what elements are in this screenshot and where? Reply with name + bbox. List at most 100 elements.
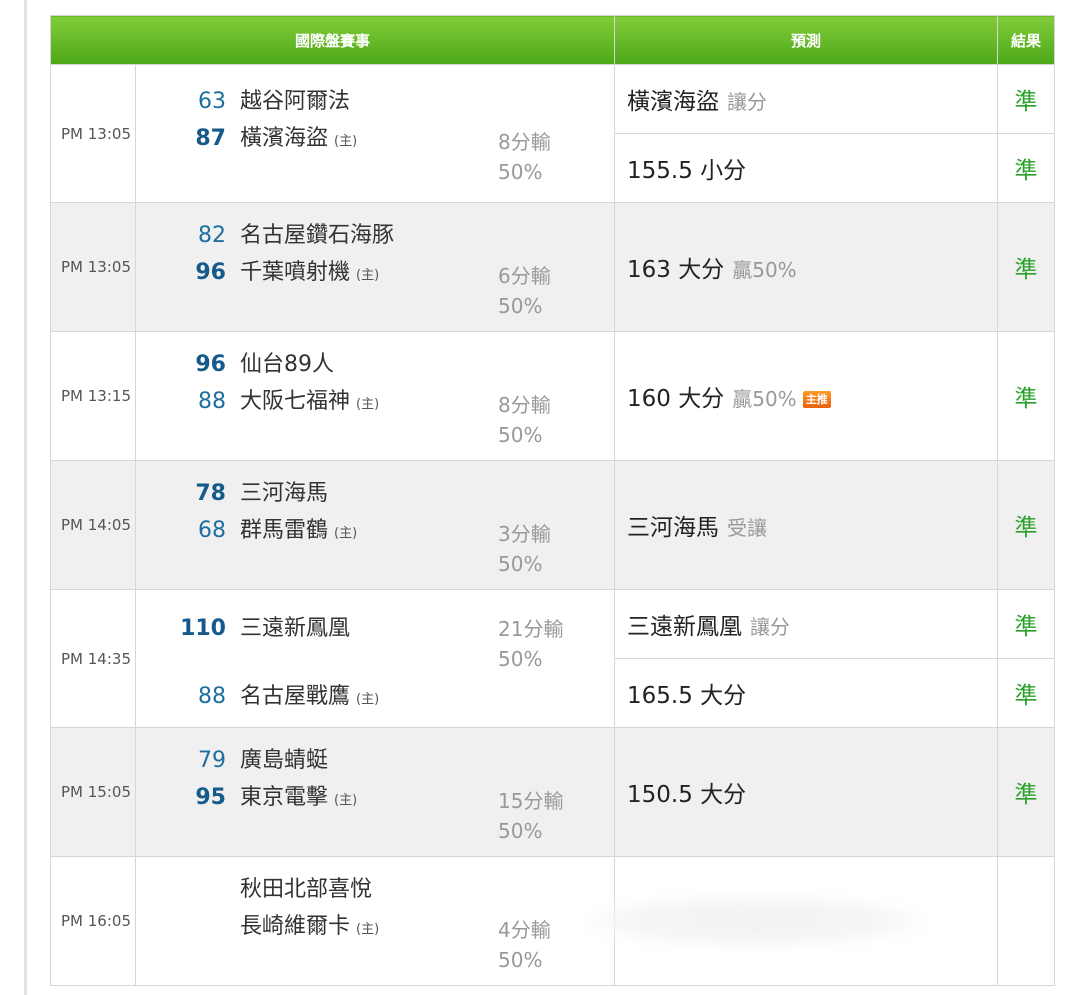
home-team[interactable]: 長崎維爾卡 [240,908,350,940]
matchup-cell: 秋田北部喜悅 長崎維爾卡 (主) 4分輸 50% [134,856,616,986]
home-marker: (主) [334,793,358,808]
result-cell: 準 [997,658,1056,728]
away-score: 78 [195,481,226,506]
prediction-main: 163 大分 [627,257,725,283]
header-prediction: 預測 [614,15,999,65]
prediction-main: 三遠新鳳凰 [627,614,743,640]
matchup-cell: 82 名古屋鑽石海豚 96 千葉噴射機 (主) 6分輸 50% [134,202,616,332]
spread-label: 3分輸 [498,522,551,546]
spread-pct: 50% [498,160,543,184]
prediction-cell: 150.5 大分 [614,727,999,857]
table-row[interactable]: PM 13:15 96 仙台89人 88 大阪七福神 (主) 8分輸 50% 160 大… [50,331,1056,461]
prediction-cell: 155.5 小分 [614,133,999,203]
away-score: 96 [195,352,226,377]
result-cell: 準 [997,727,1056,857]
result-cell: 準 [997,331,1056,461]
games-table: 國際盤賽事 預測 結果 PM 13:05 63 越谷阿爾法 87 橫濱海盜 (主) 8… [49,15,1056,986]
table-row[interactable]: PM 13:05 82 名古屋鑽石海豚 96 千葉噴射機 (主) 6分輸 50% 163… [50,202,1056,332]
home-team[interactable]: 東京電擊 [240,779,328,811]
result-cell: 準 [997,64,1056,134]
game-time: PM 15:05 [50,727,136,857]
home-score: 88 [198,684,226,709]
left-margin-rule [24,0,27,995]
spread-label: 21分輸 [498,617,564,641]
prediction-main: 橫濱海盜 [627,89,720,115]
result-cell: 準 [997,133,1056,203]
game-time: PM 13:05 [50,202,136,332]
away-score: 110 [180,616,226,641]
prediction-cell: 橫濱海盜 讓分 [614,64,999,134]
prediction-cell: 165.5 大分 [614,658,999,728]
home-marker: (主) [356,397,380,412]
away-team[interactable]: 名古屋鑽石海豚 [240,217,394,249]
home-score: 95 [195,785,226,810]
home-marker: (主) [356,268,380,283]
away-team[interactable]: 三遠新鳳凰 [240,610,350,642]
prediction-extra: 讓分 [727,90,768,114]
away-team[interactable]: 越谷阿爾法 [240,83,350,115]
matchup-cell: 63 越谷阿爾法 87 橫濱海盜 (主) 8分輸 50% [134,64,616,203]
matchup-cell: 110 三遠新鳳凰 88 名古屋戰鷹 (主) 21分輸 50% [134,589,616,728]
away-team[interactable]: 廣島蜻蜓 [240,742,328,774]
matchup-cell: 96 仙台89人 88 大阪七福神 (主) 8分輸 50% [134,331,616,461]
result-cell: 準 [997,460,1056,590]
featured-badge: 主推 [802,391,831,408]
spread-pct: 50% [498,552,543,576]
game-time: PM 14:05 [50,460,136,590]
home-score: 87 [195,126,226,151]
away-team[interactable]: 秋田北部喜悅 [240,871,372,903]
spread-label: 8分輸 [498,130,551,154]
game-time: PM 16:05 [50,856,136,986]
table-row[interactable]: PM 13:05 63 越谷阿爾法 87 橫濱海盜 (主) 8分輸 50% 橫濱海盜 讓分… [50,64,1056,203]
spread-pct: 50% [498,423,543,447]
table-row[interactable]: PM 14:35 110 三遠新鳳凰 88 名古屋戰鷹 (主) 21分輸 50% 三遠新… [50,589,1056,728]
matchup-cell: 79 廣島蜻蜓 95 東京電擊 (主) 15分輸 50% [134,727,616,857]
spread-label: 4分輸 [498,918,551,942]
spread-label: 15分輸 [498,789,564,813]
game-time: PM 13:15 [50,331,136,461]
matchup-cell: 78 三河海馬 68 群馬雷鶴 (主) 3分輸 50% [134,460,616,590]
prediction-main: 150.5 大分 [627,782,747,808]
redacted-blur [585,895,925,947]
home-team[interactable]: 千葉噴射機 [240,254,350,286]
away-team[interactable]: 三河海馬 [240,475,328,507]
spread-pct: 50% [498,948,543,972]
table-header-row: 國際盤賽事 預測 結果 [49,15,1056,65]
header-games: 國際盤賽事 [49,15,616,65]
home-score: 96 [195,260,226,285]
spread-pct: 50% [498,647,543,671]
table-row[interactable]: PM 15:05 79 廣島蜻蜓 95 東京電擊 (主) 15分輸 50% 150.5 … [50,727,1056,857]
prediction-cell: 160 大分 贏50% 主推 [614,331,999,461]
home-team[interactable]: 群馬雷鶴 [240,512,328,544]
prediction-cell: 三遠新鳳凰 讓分 [614,589,999,659]
away-score: 63 [198,89,226,114]
prediction-extra: 贏50% [732,387,797,411]
home-score: 88 [198,389,226,414]
table-row[interactable]: PM 14:05 78 三河海馬 68 群馬雷鶴 (主) 3分輸 50% 三河海馬 受讓 … [50,460,1056,590]
prediction-main: 165.5 大分 [627,683,747,709]
away-score: 82 [198,223,226,248]
home-marker: (主) [356,692,380,707]
prediction-main: 155.5 小分 [627,158,747,184]
home-marker: (主) [334,134,358,149]
game-time: PM 14:35 [50,589,136,728]
home-team[interactable]: 大阪七福神 [240,383,350,415]
spread-pct: 50% [498,294,543,318]
prediction-cell: 163 大分 贏50% [614,202,999,332]
spread-label: 8分輸 [498,393,551,417]
spread-label: 6分輸 [498,264,551,288]
away-team[interactable]: 仙台89人 [240,346,334,378]
home-marker: (主) [334,526,358,541]
prediction-extra: 贏50% [732,258,797,282]
prediction-main: 三河海馬 [627,515,720,541]
home-marker: (主) [356,922,380,937]
home-team[interactable]: 名古屋戰鷹 [240,678,350,710]
header-result: 結果 [997,15,1056,65]
result-cell: 準 [997,589,1056,659]
home-team[interactable]: 橫濱海盜 [240,120,328,152]
away-score: 79 [198,748,226,773]
prediction-main: 160 大分 [627,386,725,412]
spread-pct: 50% [498,819,543,843]
result-cell [997,856,1056,986]
prediction-extra: 受讓 [727,516,768,540]
